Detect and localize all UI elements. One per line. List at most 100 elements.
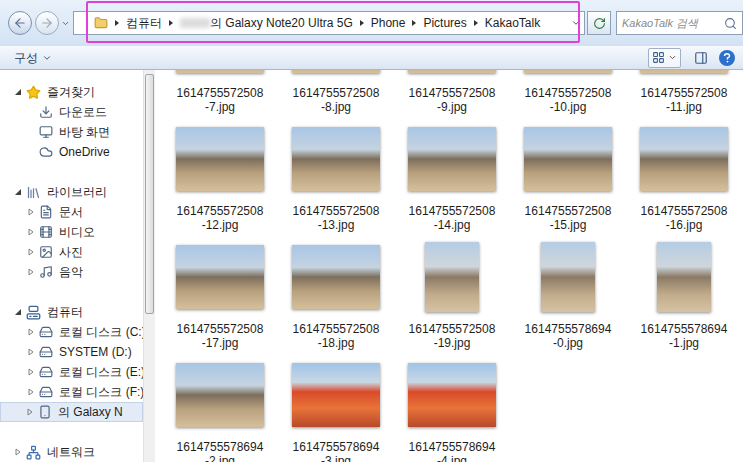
photo-thumbnail[interactable]	[176, 127, 264, 191]
preview-pane-button[interactable]	[691, 48, 711, 68]
photo-thumbnail[interactable]	[657, 242, 711, 312]
file-item[interactable]: 1614755578694-0.jpg	[510, 232, 626, 350]
organize-button[interactable]: 구성	[8, 49, 58, 67]
file-name: 1614755572508-18.jpg	[291, 322, 381, 350]
expanded-arrow-icon[interactable]	[14, 308, 22, 316]
collapsed-arrow-icon[interactable]	[27, 368, 35, 376]
item-icon	[39, 245, 53, 259]
expanded-arrow-icon[interactable]	[14, 88, 22, 96]
file-item[interactable]: 1614755572508-16.jpg	[626, 114, 742, 232]
scroll-thumb[interactable]	[145, 74, 154, 314]
nav-group-header[interactable]: 네트워크	[0, 442, 143, 462]
file-item[interactable]: 1614755572508-12.jpg	[162, 114, 278, 232]
nav-item[interactable]: 의 Galaxy N	[0, 402, 143, 422]
item-icon	[39, 265, 53, 279]
nav-item[interactable]: 문서	[0, 202, 143, 222]
nav-item[interactable]: 다운로드	[0, 102, 143, 122]
nav-item[interactable]: 비디오	[0, 222, 143, 242]
file-item[interactable]: 1614755578694-2.jpg	[162, 350, 278, 462]
item-icon	[38, 405, 52, 419]
breadcrumb-arrow-icon[interactable]	[358, 19, 366, 27]
photo-thumbnail[interactable]	[524, 127, 612, 191]
address-dropdown[interactable]	[568, 12, 584, 34]
collapsed-arrow-icon[interactable]	[26, 408, 34, 416]
file-view: 1614755572508-7.jpg1614755572508-8.jpg16…	[155, 70, 743, 462]
refresh-button[interactable]	[587, 11, 611, 35]
collapsed-arrow-icon[interactable]	[27, 348, 35, 356]
nav-item[interactable]: SYSTEM (D:)	[0, 342, 143, 362]
collapsed-arrow-icon[interactable]	[27, 328, 35, 336]
photo-thumbnail[interactable]	[292, 245, 380, 309]
photo-thumbnail[interactable]	[640, 127, 728, 191]
back-button[interactable]	[8, 11, 32, 35]
photo-thumbnail[interactable]	[176, 245, 264, 309]
dropdown-arrow-icon	[61, 19, 70, 28]
breadcrumb-arrow-icon[interactable]	[113, 19, 121, 27]
breadcrumb-arrow-icon[interactable]	[410, 19, 418, 27]
file-item[interactable]: 1614755578694-4.jpg	[394, 350, 510, 462]
photo-thumbnail[interactable]	[408, 70, 496, 73]
nav-item[interactable]: 사진	[0, 242, 143, 262]
nav-item[interactable]: 로컬 디스크 (F:)	[0, 382, 143, 402]
nav-item[interactable]: 음악	[0, 262, 143, 282]
file-item[interactable]: 1614755572508-10.jpg	[510, 70, 626, 114]
photo-thumbnail[interactable]	[408, 127, 496, 191]
breadcrumb-arrow-icon[interactable]	[472, 19, 480, 27]
file-item[interactable]: 1614755572508-14.jpg	[394, 114, 510, 232]
nav-group-header[interactable]: 컴퓨터	[0, 302, 143, 322]
breadcrumb-segment[interactable]: Pictures	[423, 15, 466, 31]
collapsed-arrow-icon[interactable]	[14, 448, 22, 456]
photo-thumbnail[interactable]	[176, 70, 264, 73]
history-dropdown[interactable]	[59, 19, 71, 28]
photo-thumbnail[interactable]	[524, 70, 612, 73]
breadcrumb-segment[interactable]: KakaoTalk	[485, 15, 540, 31]
nav-group-header[interactable]: 즐겨찾기	[0, 82, 143, 102]
photo-thumbnail[interactable]	[425, 242, 479, 312]
file-item[interactable]: 1614755572508-7.jpg	[162, 70, 278, 114]
breadcrumb-arrow-icon[interactable]	[167, 19, 175, 27]
file-item[interactable]: 1614755578694-3.jpg	[278, 350, 394, 462]
nav-group-header[interactable]: 라이브러리	[0, 182, 143, 202]
file-item[interactable]: 1614755578694-1.jpg	[626, 232, 742, 350]
collapsed-arrow-icon[interactable]	[27, 228, 35, 236]
photo-thumbnail[interactable]	[640, 70, 728, 73]
breadcrumb-segment[interactable]: 컴퓨터	[126, 15, 162, 31]
file-item[interactable]: 1614755572508-11.jpg	[626, 70, 742, 114]
expanded-arrow-icon[interactable]	[14, 188, 22, 196]
file-name: 1614755572508-10.jpg	[523, 86, 613, 114]
collapsed-arrow-icon[interactable]	[27, 268, 35, 276]
collapsed-arrow-icon[interactable]	[27, 248, 35, 256]
nav-scrollbar[interactable]	[143, 70, 155, 462]
file-item[interactable]: 1614755572508-8.jpg	[278, 70, 394, 114]
file-item[interactable]: 1614755572508-17.jpg	[162, 232, 278, 350]
file-item[interactable]: 1614755572508-9.jpg	[394, 70, 510, 114]
photo-thumbnail[interactable]	[541, 242, 595, 312]
view-button[interactable]	[648, 48, 681, 68]
collapsed-arrow-icon[interactable]	[27, 388, 35, 396]
photo-thumbnail[interactable]	[292, 127, 380, 191]
file-name: 1614755578694-2.jpg	[175, 440, 265, 462]
nav-item[interactable]: OneDrive	[0, 142, 143, 162]
address-bar[interactable]: 컴퓨터 의 Galaxy Note20 Ultra 5G Phone Pictures…	[73, 11, 585, 35]
collapsed-arrow-icon[interactable]	[27, 208, 35, 216]
nav-item[interactable]: 로컬 디스크 (C:)	[0, 322, 143, 342]
file-item[interactable]: 1614755572508-19.jpg	[394, 232, 510, 350]
file-item[interactable]: 1614755572508-18.jpg	[278, 232, 394, 350]
file-name: 1614755572508-13.jpg	[291, 204, 381, 232]
file-item[interactable]: 1614755572508-15.jpg	[510, 114, 626, 232]
file-name: 1614755572508-14.jpg	[407, 204, 497, 232]
nav-item[interactable]: 바탕 화면	[0, 122, 143, 142]
search-box[interactable]: KakaoTalk 검색	[616, 11, 743, 35]
help-button[interactable]	[719, 50, 735, 66]
file-name: 1614755572508-11.jpg	[639, 86, 729, 114]
photo-thumbnail[interactable]	[176, 363, 264, 427]
nav-item[interactable]: 로컬 디스크 (E:)	[0, 362, 143, 382]
photo-thumbnail[interactable]	[292, 363, 380, 427]
breadcrumb-segment[interactable]: Phone	[371, 15, 406, 31]
photo-thumbnail[interactable]	[408, 363, 496, 427]
photo-thumbnail[interactable]	[292, 70, 380, 73]
search-icon	[724, 17, 737, 30]
file-item[interactable]: 1614755572508-13.jpg	[278, 114, 394, 232]
forward-button[interactable]	[35, 11, 59, 35]
breadcrumb-segment[interactable]: 의 Galaxy Note20 Ultra 5G	[210, 15, 353, 31]
